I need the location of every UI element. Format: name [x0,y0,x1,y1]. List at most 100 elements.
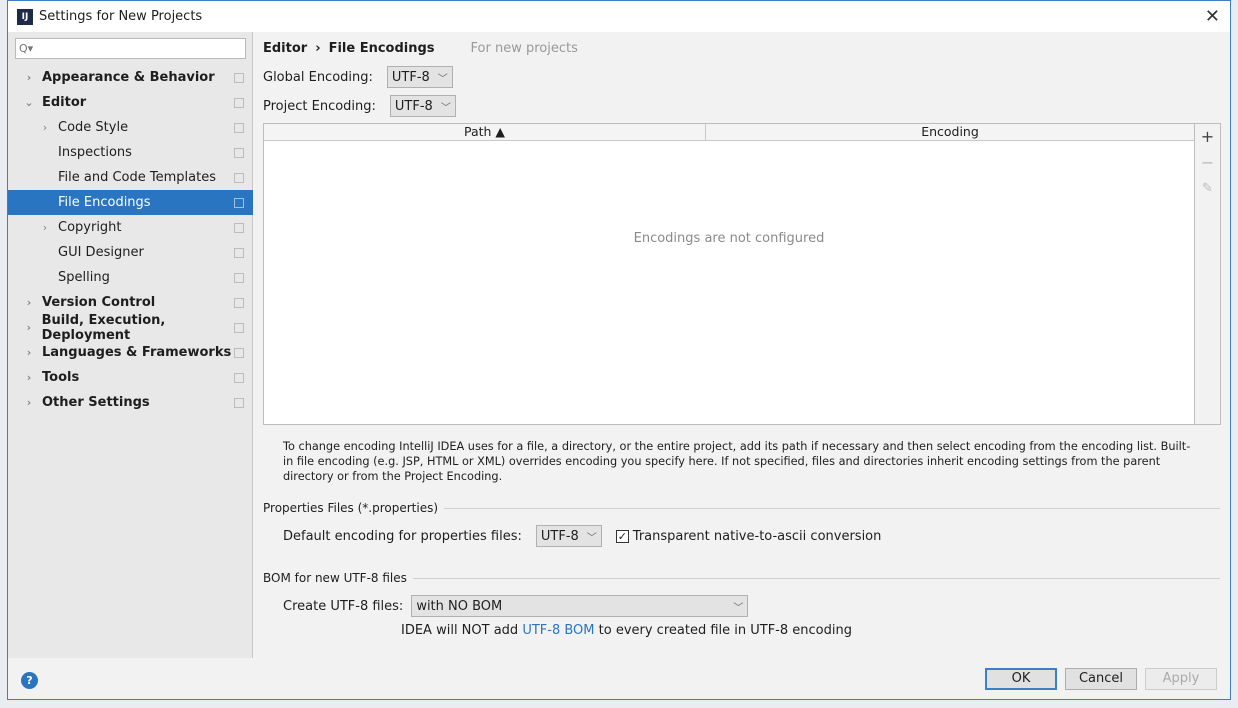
add-icon[interactable]: + [1195,124,1220,150]
properties-encoding-value: UTF-8 [540,528,579,544]
chevron-right-icon[interactable]: › [38,121,52,134]
sidebar-item-label: File and Code Templates [58,170,216,185]
encoding-column-header[interactable]: Encoding [706,124,1194,140]
utf8-bom-link[interactable]: UTF-8 BOM [522,623,594,638]
sidebar-item-code-style[interactable]: › Code Style [8,115,253,140]
dialog-footer: ? OK Cancel Apply [8,658,1230,699]
empty-table-message: Encodings are not configured [633,231,825,246]
project-settings-icon [234,72,244,83]
chevron-right-icon[interactable]: › [22,321,36,334]
project-settings-icon [234,222,244,233]
sidebar-item-gui-designer[interactable]: GUI Designer [8,240,253,265]
breadcrumb-current: File Encodings [328,41,435,56]
project-settings-icon [234,297,244,308]
project-settings-icon [234,397,244,408]
sidebar-item-label: File Encodings [58,195,151,210]
sidebar-item-label: Code Style [58,120,129,135]
sidebar-item-tools[interactable]: › Tools [8,365,253,390]
sidebar-item-file-and-code-templates[interactable]: File and Code Templates [8,165,253,190]
chevron-down-icon[interactable]: ⌄ [22,96,36,109]
window-title: Settings for New Projects [39,9,203,24]
chevron-down-icon: ﹀ [440,102,451,114]
properties-encoding-select[interactable]: UTF-8 ﹀ [535,525,602,547]
edit-icon[interactable]: ✎ [1195,176,1220,202]
sidebar-item-version-control[interactable]: › Version Control [8,290,253,315]
remove-icon[interactable]: − [1195,150,1220,176]
sidebar-item-editor[interactable]: ⌄ Editor [8,90,253,115]
chevron-right-icon[interactable]: › [38,221,52,234]
properties-section: Properties Files (*.properties) [263,501,1220,515]
sidebar-item-label: GUI Designer [58,245,144,260]
bom-section: BOM for new UTF-8 files [263,571,1220,585]
project-settings-icon [234,347,244,358]
sidebar-item-spelling[interactable]: Spelling [8,265,253,290]
sidebar-item-label: Other Settings [42,395,150,410]
global-encoding-value: UTF-8 [391,69,430,85]
breadcrumb-parent[interactable]: Editor [263,41,307,56]
properties-section-title: Properties Files (*.properties) [263,501,439,515]
breadcrumb: Editor › File Encodings For new projects [263,41,578,56]
project-settings-icon [234,372,244,383]
global-encoding-select[interactable]: UTF-8 ﹀ [386,66,453,88]
sidebar-item-label: Tools [42,370,80,385]
project-encoding-label: Project Encoding: [263,98,376,114]
path-column-header[interactable]: Path ▲ [264,124,706,140]
sidebar-item-label: Build, Execution, Deployment [41,312,166,343]
encoding-help-text: To change encoding IntelliJ IDEA uses fo… [283,440,1191,483]
project-settings-icon [234,122,244,133]
bom-value: with NO BOM [416,598,503,614]
project-settings-icon [234,322,244,333]
sidebar-item-copyright[interactable]: › Copyright [8,215,253,240]
cancel-button[interactable]: Cancel [1065,668,1137,690]
sidebar-item-appearance-behavior[interactable]: › Appearance & Behavior [8,65,253,90]
apply-button[interactable]: Apply [1145,668,1217,690]
title-bar: IJ Settings for New Projects ✕ [8,1,1230,32]
settings-dialog: IJ Settings for New Projects ✕ Q▾ › Appea… [7,0,1231,700]
chevron-right-icon[interactable]: › [22,296,36,309]
sidebar-item-languages-frameworks[interactable]: › Languages & Frameworks [8,340,253,365]
global-encoding-label: Global Encoding: [263,69,373,85]
project-encoding-value: UTF-8 [394,98,433,114]
checkmark-icon[interactable]: ✓ [615,529,629,543]
sidebar-item-label: Appearance & Behavior [42,70,215,85]
sidebar-item-inspections[interactable]: Inspections [8,140,253,165]
create-utf8-label: Create UTF-8 files: [283,598,404,614]
project-settings-icon [234,147,244,158]
ok-button[interactable]: OK [985,668,1057,690]
sidebar-item-label: Inspections [58,145,132,160]
for-new-projects-note: For new projects [470,41,578,56]
close-icon[interactable]: ✕ [1205,6,1220,27]
breadcrumb-separator: › [315,41,321,56]
project-settings-icon [234,197,244,208]
chevron-right-icon[interactable]: › [22,346,36,359]
intellij-app-icon: IJ [17,8,33,25]
project-settings-icon [234,247,244,258]
sidebar-item-build-execution-deployment[interactable]: › Build, Execution, Deployment [8,312,253,343]
sidebar-item-file-encodings[interactable]: File Encodings [8,190,253,215]
sidebar-item-label: Version Control [42,295,156,310]
file-encodings-panel: Editor › File Encodings For new projects… [254,32,1230,659]
table-toolbar: + − ✎ [1195,123,1221,425]
encodings-table[interactable]: Path ▲ Encoding Encodings are not config… [263,123,1195,425]
bom-section-title: BOM for new UTF-8 files [263,571,407,585]
bom-select[interactable]: with NO BOM ﹀ [411,595,749,617]
chevron-right-icon[interactable]: › [22,396,36,409]
chevron-right-icon[interactable]: › [22,371,36,384]
settings-tree: › Appearance & Behavior ⌄ Editor › Code Style… [8,65,253,415]
help-icon[interactable]: ? [21,672,38,689]
sidebar-item-label: Copyright [58,220,122,235]
native-to-ascii-label: Transparent native-to-ascii conversion [632,528,882,544]
chevron-down-icon: ﹀ [733,602,744,614]
chevron-right-icon[interactable]: › [22,71,36,84]
settings-sidebar: Q▾ › Appearance & Behavior ⌄ Editor › Code St… [8,32,253,659]
properties-encoding-label: Default encoding for properties files: [283,528,522,544]
sidebar-item-label: Spelling [58,270,110,285]
project-settings-icon [234,172,244,183]
sidebar-item-other-settings[interactable]: › Other Settings [8,390,253,415]
native-to-ascii-checkbox[interactable]: ✓ Transparent native-to-ascii conversion [615,528,882,544]
bom-note-suffix: to every created file in UTF-8 encoding [594,623,852,638]
settings-search-input[interactable]: Q▾ [15,38,246,59]
chevron-down-icon: ﹀ [437,73,448,85]
project-encoding-select[interactable]: UTF-8 ﹀ [389,95,456,117]
project-settings-icon [234,272,244,283]
